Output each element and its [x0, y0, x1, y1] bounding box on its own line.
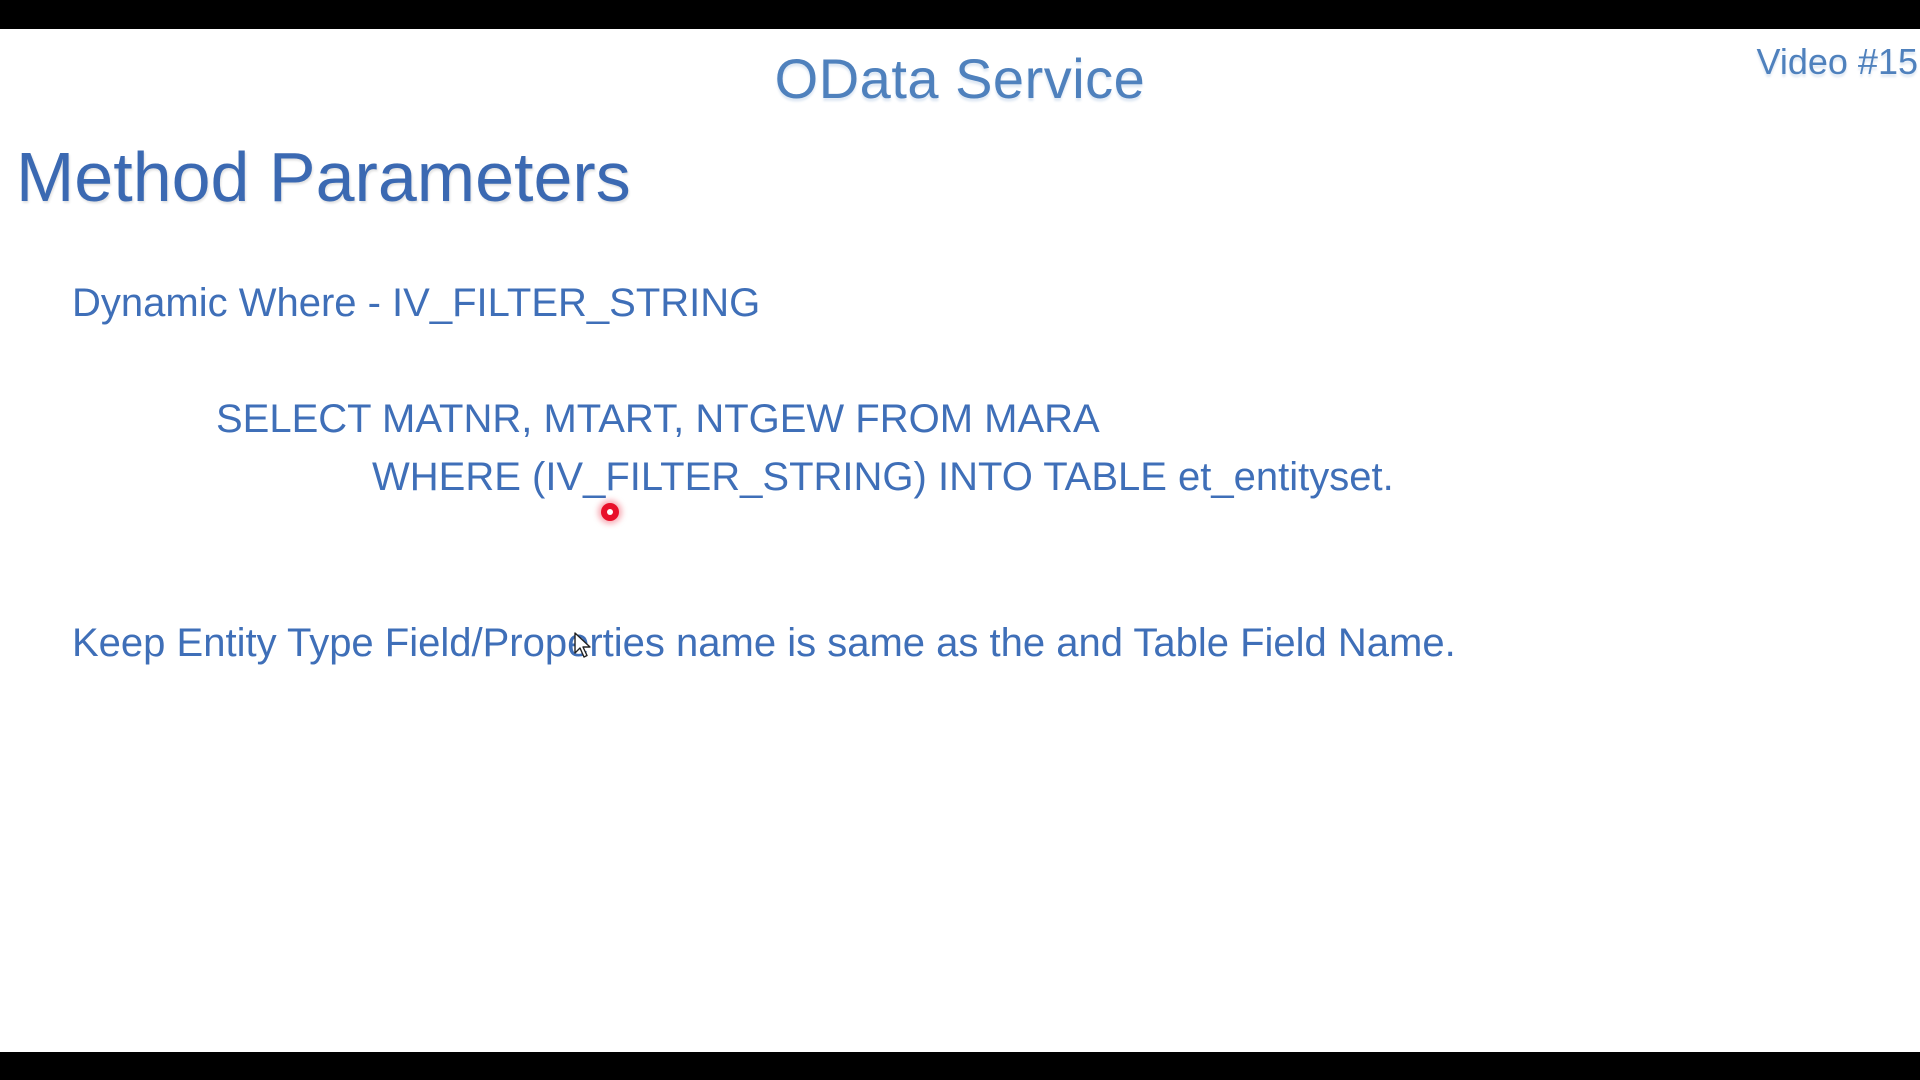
header-title: OData Service	[774, 47, 1146, 110]
mouse-cursor-icon	[574, 632, 591, 658]
where-clause-line: WHERE (IV_FILTER_STRING) INTO TABLE et_e…	[372, 455, 1394, 499]
presentation-slide: OData Service Video #15 Method Parameter…	[0, 29, 1920, 1052]
note-line: Keep Entity Type Field/Properties name i…	[72, 621, 1456, 665]
laser-pointer-icon	[601, 503, 619, 521]
video-frame: OData Service Video #15 Method Parameter…	[0, 0, 1920, 1080]
video-number-label: Video #15	[1756, 41, 1919, 82]
dynamic-where-line: Dynamic Where - IV_FILTER_STRING	[72, 281, 761, 325]
select-statement-line: SELECT MATNR, MTART, NTGEW FROM MARA	[216, 397, 1100, 441]
slide-title: Method Parameters	[16, 138, 631, 216]
